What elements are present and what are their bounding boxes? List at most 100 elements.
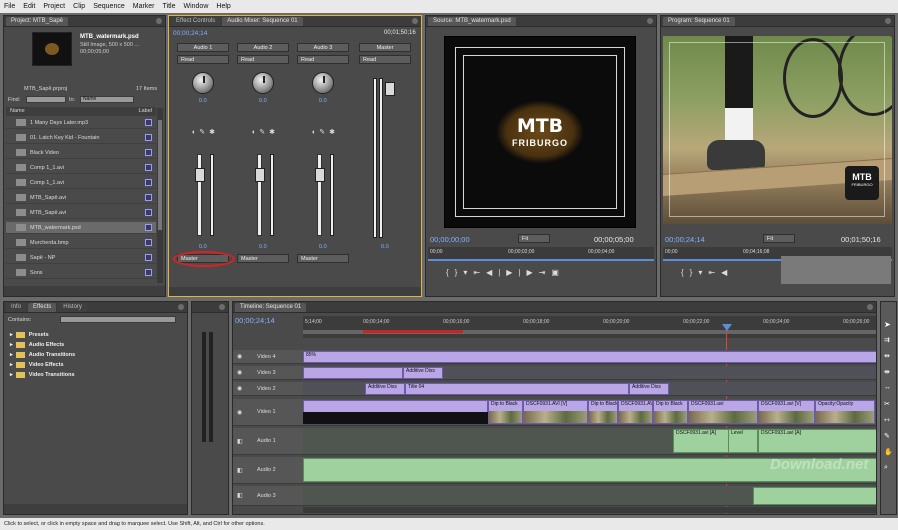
label-color-swatch[interactable] [145,134,152,141]
effects-folder[interactable]: ▸ Audio Effects [10,342,64,348]
rolling-edit-tool-icon[interactable]: ⇼ [884,368,890,376]
menu-sequence[interactable]: Sequence [93,3,125,10]
col-label-header[interactable]: Label [139,107,152,116]
master-fader-handle[interactable] [385,82,395,96]
automation-mode-select[interactable]: Read [177,55,229,64]
play-icon[interactable]: ▶ [506,268,518,277]
track-header[interactable]: ◉ Video 2 [233,382,303,396]
list-item[interactable]: Black Video [6,147,156,159]
tab-program[interactable]: Program: Sequence 01 [663,17,735,26]
program-fit-select[interactable]: Fit [763,234,795,243]
list-item[interactable]: MTB_Sapê.avi [6,207,156,219]
step-back-icon[interactable]: ◀| [486,268,506,277]
volume-fader-handle[interactable] [255,168,265,182]
pan-knob-icon[interactable] [312,72,334,94]
list-item[interactable]: Comp 1_1.avi [6,162,156,174]
in-select[interactable]: Name [80,96,134,103]
menu-edit[interactable]: Edit [23,3,35,10]
tab-effect-controls[interactable]: Effect Controls [171,17,221,26]
track-header[interactable]: ◧ Audio 2 [233,457,303,484]
clip-video1[interactable]: DSCF0931.AVI [V] [523,400,588,424]
clip-video3-tail[interactable] [303,367,403,379]
track-visibility-icon[interactable]: ◧ [237,438,243,445]
expand-triangle-icon[interactable]: ▸ [10,342,13,348]
zoom-tool-icon[interactable]: ⌕ [884,464,888,472]
clip-video1[interactable]: DSCF0931.AVI [618,400,653,424]
set-marker-icon[interactable]: ▾ [698,268,708,277]
hand-tool-icon[interactable]: ✋ [884,448,893,456]
razor-tool-icon[interactable]: ✂ [884,400,890,408]
output-send-select[interactable]: Master [237,254,289,263]
tab-info[interactable]: Info [6,303,27,312]
playhead-marker-icon[interactable] [722,324,732,331]
label-color-swatch[interactable] [145,224,152,231]
tab-project[interactable]: Project: MTB_Sapê [6,17,69,26]
source-ruler[interactable]: 00;00 00;00;02;00 00;00;04;00 [428,247,654,261]
track-header[interactable]: ◉ Video 3 [233,366,303,380]
list-item[interactable]: Sons [6,267,156,279]
clip-video2[interactable]: Additive Diss [365,383,405,395]
selection-tool-icon[interactable]: ➤ [884,320,891,329]
track-visibility-icon[interactable]: ◧ [237,467,243,474]
panel-menu-icon[interactable] [178,304,184,310]
project-scrollbar[interactable] [157,108,163,283]
safe-margins-icon[interactable]: ▣ [551,268,565,277]
menu-project[interactable]: Project [43,3,65,10]
clip-video4[interactable]: 85% [303,351,876,363]
clip-video1[interactable]: Dip to Black [653,400,688,424]
tab-timeline[interactable]: Timeline: Sequence 01 [235,303,307,312]
label-color-swatch[interactable] [145,119,152,126]
goto-out-icon[interactable]: ⇥ [539,268,552,277]
expand-triangle-icon[interactable]: ▸ [10,332,13,338]
label-color-swatch[interactable] [145,194,152,201]
label-color-swatch[interactable] [145,239,152,246]
timeline-hscroll[interactable] [303,507,876,513]
automation-mode-select[interactable]: Read [237,55,289,64]
clip-video1[interactable]: DSCF0931.avi [688,400,758,424]
expand-triangle-icon[interactable]: ▸ [10,372,13,378]
list-item[interactable]: MTB_watermark.psd [6,222,156,234]
label-color-swatch[interactable] [145,254,152,261]
label-color-swatch[interactable] [145,209,152,216]
clip-video3[interactable]: Additive Diss [403,367,443,379]
tab-effects[interactable]: Effects [28,303,57,312]
automation-mode-select[interactable]: Read [297,55,349,64]
effects-folder[interactable]: ▸ Video Effects [10,362,64,368]
list-item[interactable]: 1 Many Days Later.mp3 [6,117,156,129]
track-visibility-icon[interactable]: ◉ [237,369,242,376]
menu-window[interactable]: Window [183,3,208,10]
panel-menu-icon[interactable] [867,304,873,310]
menu-marker[interactable]: Marker [133,3,155,10]
source-timecode-left[interactable]: 00;00;00;00 [430,235,470,244]
panel-menu-icon[interactable] [412,18,418,24]
track-header[interactable]: ◉ Video 1 [233,399,303,426]
menu-clip[interactable]: Clip [73,3,85,10]
label-color-swatch[interactable] [145,149,152,156]
mark-in-icon[interactable]: { [446,268,455,277]
list-item[interactable]: MTB_Sapê.avi [6,192,156,204]
track-header[interactable]: ◉ Video 4 [233,350,303,364]
automation-mode-select[interactable]: Read [359,55,411,64]
label-color-swatch[interactable] [145,179,152,186]
panel-menu-icon[interactable] [219,304,225,310]
effects-folder[interactable]: ▸ Presets [10,332,49,338]
find-input[interactable] [26,96,66,103]
clip-audio1b[interactable]: DSCF0931.avi [A] [758,429,876,453]
clip-audio3[interactable] [753,487,876,505]
label-color-swatch[interactable] [145,269,152,276]
list-item[interactable]: 01. Latch Key Kid - Fountain [6,132,156,144]
track-select-tool-icon[interactable]: ⇉ [884,336,890,344]
goto-in-icon[interactable]: ⇤ [708,268,721,277]
clip-video2-title[interactable]: Title 04 [405,383,629,395]
volume-fader-handle[interactable] [315,168,325,182]
label-color-swatch[interactable] [145,164,152,171]
track-visibility-icon[interactable]: ◉ [237,385,242,392]
program-timecode-left[interactable]: 00;00;24;14 [665,235,705,244]
volume-fader-track[interactable] [317,154,322,236]
clip-video1[interactable]: Opacity:Opacity [815,400,875,424]
volume-fader-track[interactable] [197,154,202,236]
track-visibility-icon[interactable]: ◉ [237,409,242,416]
list-item[interactable]: Sapê - NP [6,252,156,264]
track-header[interactable]: ◧ Audio 3 [233,486,303,506]
volume-fader-track[interactable] [257,154,262,236]
